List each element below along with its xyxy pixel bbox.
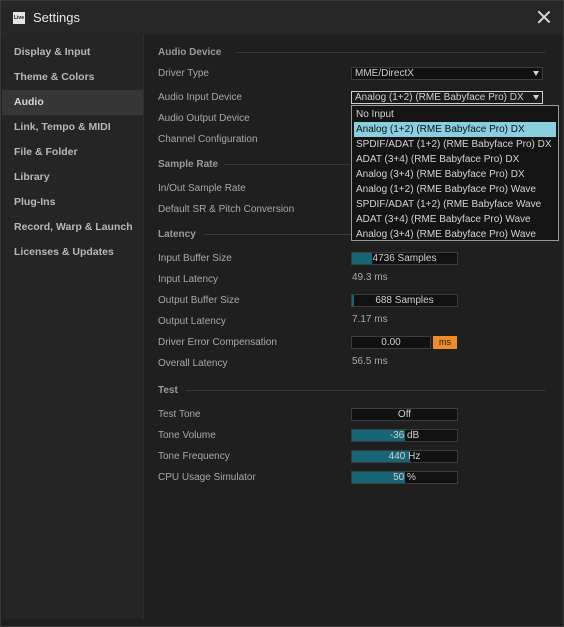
default-sr-pitch-label: Default SR & Pitch Conversion	[158, 204, 295, 215]
audio-input-device-value: Analog (1+2) (RME Babyface Pro) DX	[355, 92, 524, 103]
close-icon[interactable]	[535, 8, 553, 26]
test-tone-label: Test Tone	[158, 409, 201, 420]
section-divider	[224, 164, 350, 165]
driver-error-compensation-field[interactable]: 0.00	[351, 336, 431, 349]
audio-output-device-label: Audio Output Device	[158, 113, 250, 124]
sidebar-item-plug-ins[interactable]: Plug-Ins	[2, 190, 143, 215]
driver-type-label: Driver Type	[158, 68, 209, 79]
overall-latency-value: 56.5 ms	[352, 356, 388, 367]
overall-latency-label: Overall Latency	[158, 358, 228, 369]
cpu-usage-simulator-slider[interactable]: 50 %	[351, 471, 458, 484]
chevron-down-icon	[533, 71, 539, 76]
ms-unit-button[interactable]: ms	[433, 336, 457, 349]
live-logo-icon: Live	[13, 12, 25, 24]
dropdown-option-selected[interactable]: Analog (1+2) (RME Babyface Pro) DX	[354, 122, 556, 137]
tone-frequency-value: 440 Hz	[388, 451, 421, 462]
section-test: Test	[158, 385, 178, 396]
cpu-usage-simulator-label: CPU Usage Simulator	[158, 472, 256, 483]
input-buffer-size-label: Input Buffer Size	[158, 253, 232, 264]
tone-volume-slider[interactable]: -36 dB	[351, 429, 458, 442]
sidebar-item-record-warp-launch[interactable]: Record, Warp & Launch	[2, 215, 143, 240]
sidebar-item-link-tempo-midi[interactable]: Link, Tempo & MIDI	[2, 115, 143, 140]
sidebar-item-file-folder[interactable]: File & Folder	[2, 140, 143, 165]
audio-input-device-list: No Input Analog (1+2) (RME Babyface Pro)…	[351, 105, 559, 241]
driver-error-compensation-value: 0.00	[381, 337, 401, 348]
settings-window: Live Settings Display & Input Theme & Co…	[0, 0, 564, 627]
driver-error-compensation-label: Driver Error Compensation	[158, 337, 277, 348]
output-buffer-size-value: 688 Samples	[375, 295, 434, 306]
input-latency-label: Input Latency	[158, 274, 219, 285]
title-bar: Live Settings	[1, 1, 563, 35]
output-latency-value: 7.17 ms	[352, 314, 388, 325]
test-tone-value: Off	[397, 409, 412, 420]
input-latency-value: 49.3 ms	[352, 272, 388, 283]
sidebar-item-licenses-updates[interactable]: Licenses & Updates	[2, 240, 143, 265]
driver-type-dropdown[interactable]: MME/DirectX	[351, 67, 543, 80]
dropdown-option[interactable]: ADAT (3+4) (RME Babyface Pro) Wave	[354, 212, 556, 227]
section-sample-rate: Sample Rate	[158, 159, 219, 170]
audio-input-device-dropdown[interactable]: Analog (1+2) (RME Babyface Pro) DX	[351, 91, 543, 104]
sidebar-item-library[interactable]: Library	[2, 165, 143, 190]
tone-volume-label: Tone Volume	[158, 430, 216, 441]
tone-volume-value: -36 dB	[389, 430, 420, 441]
section-divider	[236, 52, 545, 53]
dropdown-option[interactable]: Analog (3+4) (RME Babyface Pro) DX	[354, 167, 556, 182]
section-divider	[186, 390, 545, 391]
cpu-usage-simulator-value: 50 %	[393, 472, 416, 483]
output-latency-label: Output Latency	[158, 316, 226, 327]
dropdown-option[interactable]: ADAT (3+4) (RME Babyface Pro) DX	[354, 152, 556, 167]
chevron-down-icon	[533, 95, 539, 100]
sidebar-item-theme-colors[interactable]: Theme & Colors	[2, 65, 143, 90]
window-title: Settings	[33, 10, 80, 25]
section-latency: Latency	[158, 229, 196, 240]
input-buffer-fill	[352, 253, 372, 264]
dropdown-option[interactable]: Analog (3+4) (RME Babyface Pro) Wave	[354, 227, 556, 242]
dropdown-option[interactable]: No Input	[354, 107, 556, 122]
sidebar-item-display-input[interactable]: Display & Input	[2, 40, 143, 65]
tone-frequency-label: Tone Frequency	[158, 451, 230, 462]
channel-configuration-label: Channel Configuration	[158, 134, 258, 145]
output-buffer-size-label: Output Buffer Size	[158, 295, 240, 306]
tone-frequency-slider[interactable]: 440 Hz	[351, 450, 458, 463]
sidebar-item-audio[interactable]: Audio	[2, 90, 143, 115]
dropdown-option[interactable]: SPDIF/ADAT (1+2) (RME Babyface Wave	[354, 197, 556, 212]
audio-input-device-label: Audio Input Device	[158, 92, 242, 103]
output-buffer-fill	[352, 295, 355, 306]
test-tone-toggle[interactable]: Off	[351, 408, 458, 421]
driver-type-value: MME/DirectX	[355, 68, 414, 79]
sidebar: Display & Input Theme & Colors Audio Lin…	[2, 35, 143, 619]
input-buffer-size-field[interactable]: 4736 Samples	[351, 252, 458, 265]
dropdown-option[interactable]: SPDIF/ADAT (1+2) (RME Babyface Pro) DX	[354, 137, 556, 152]
dropdown-option[interactable]: Analog (1+2) (RME Babyface Pro) Wave	[354, 182, 556, 197]
input-buffer-size-value: 4736 Samples	[372, 253, 437, 264]
section-audio-device: Audio Device	[158, 47, 222, 58]
in-out-sample-rate-label: In/Out Sample Rate	[158, 183, 246, 194]
output-buffer-size-field[interactable]: 688 Samples	[351, 294, 458, 307]
